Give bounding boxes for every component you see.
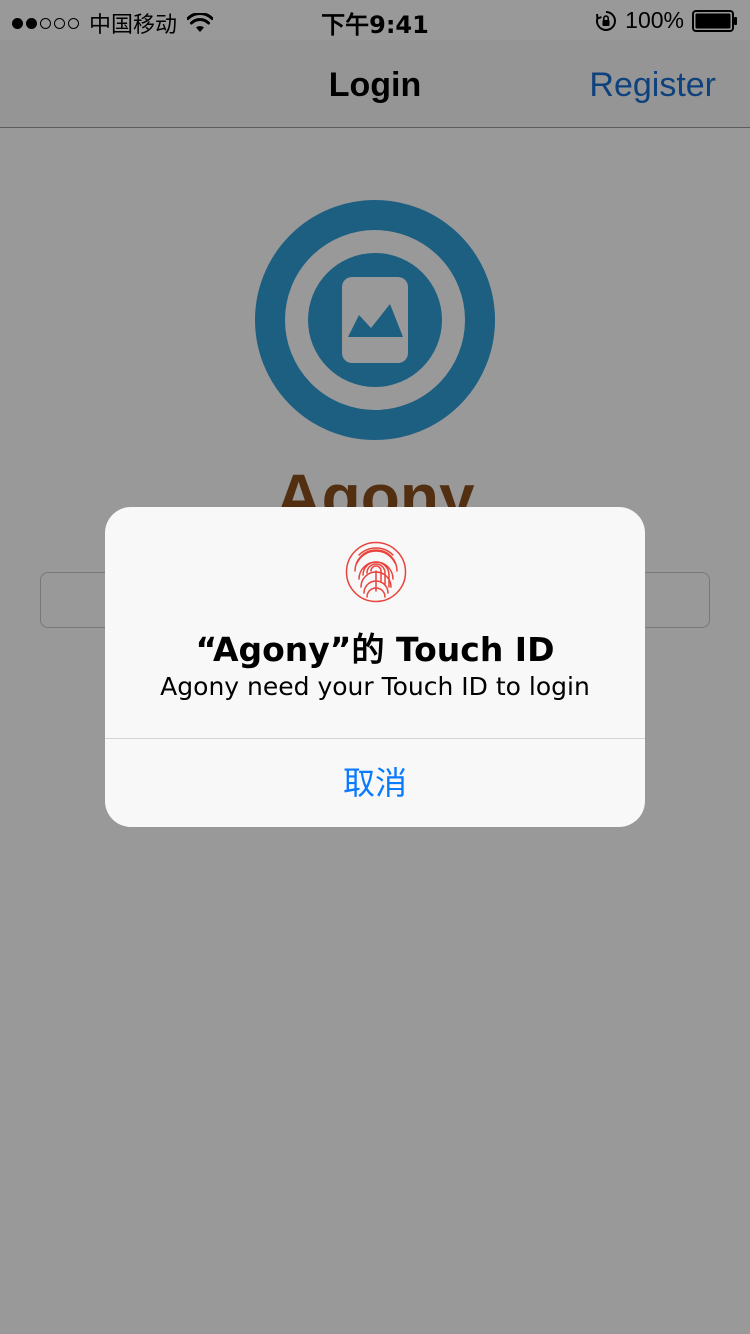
- fingerprint-icon: [345, 541, 407, 603]
- alert-message: Agony need your Touch ID to login: [160, 672, 590, 701]
- cancel-button[interactable]: 取消: [105, 739, 645, 827]
- touch-id-alert: “Agony”的 Touch ID Agony need your Touch …: [105, 507, 645, 827]
- alert-title: “Agony”的 Touch ID: [195, 630, 555, 669]
